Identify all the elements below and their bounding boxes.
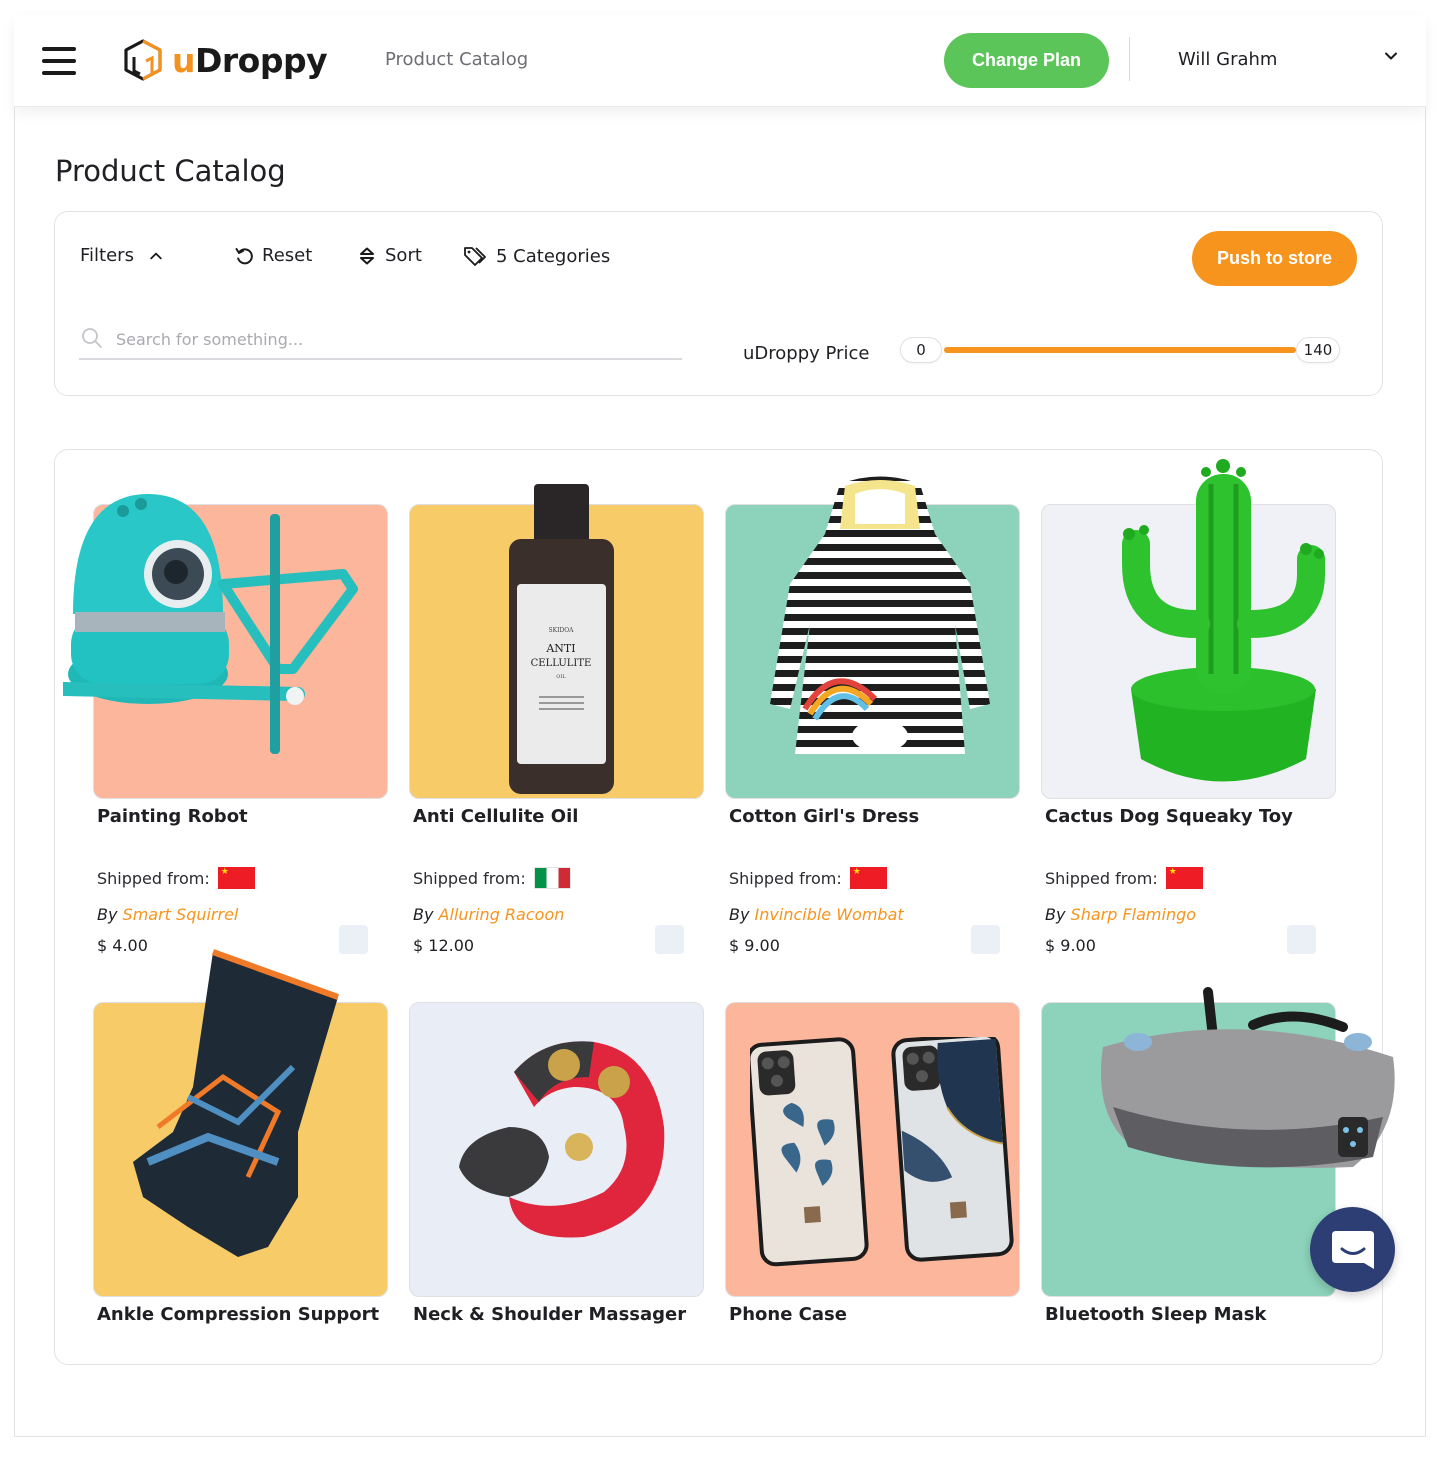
price-range-track[interactable] — [944, 347, 1296, 353]
page-title: Product Catalog — [55, 154, 286, 188]
seller-line: By Sharp Flamingo — [1045, 905, 1196, 924]
price-max-handle[interactable]: 140 — [1296, 337, 1340, 363]
menu-icon[interactable] — [42, 47, 76, 75]
reset-button[interactable]: Reset — [234, 245, 312, 266]
product-price: $ 12.00 — [413, 936, 475, 955]
shipped-from-label: Shipped from: — [97, 868, 210, 888]
logo[interactable]: uDroppy — [120, 35, 328, 85]
select-checkbox[interactable] — [339, 925, 368, 954]
product-price: $ 9.00 — [1045, 936, 1096, 955]
reset-icon — [235, 247, 253, 264]
price-filter-label: uDroppy Price — [743, 343, 870, 364]
cactus-toy-image — [1122, 459, 1325, 782]
select-checkbox[interactable] — [655, 925, 684, 954]
reset-label: Reset — [262, 245, 313, 266]
seller-name[interactable]: Invincible Wombat — [755, 905, 904, 924]
select-checkbox[interactable] — [1287, 925, 1316, 954]
logo-text: uDroppy — [172, 40, 328, 80]
search-input[interactable] — [116, 324, 656, 354]
product-price: $ 9.00 — [729, 936, 780, 955]
shipped-from-label: Shipped from: — [1045, 868, 1158, 888]
italy-flag-icon — [533, 867, 571, 889]
sort-button[interactable]: Sort — [357, 245, 422, 266]
top-bar: uDroppy Product Catalog Change Plan Will… — [14, 15, 1426, 107]
by-label: By — [729, 905, 750, 924]
change-plan-button[interactable]: Change Plan — [944, 33, 1109, 88]
categories-button[interactable]: 5 Categories — [462, 245, 610, 267]
product-name[interactable]: Cotton Girl's Dress — [729, 806, 919, 827]
header-divider — [1129, 37, 1130, 81]
filters-toggle[interactable]: Filters — [80, 245, 164, 266]
sort-icon — [360, 247, 374, 264]
search-field — [79, 324, 682, 360]
seller-line: By Alluring Racoon — [413, 905, 564, 924]
product-name[interactable]: Painting Robot — [97, 806, 248, 827]
by-label: By — [413, 905, 434, 924]
product-name[interactable]: Bluetooth Sleep Mask — [1045, 1304, 1266, 1325]
search-icon — [82, 328, 102, 348]
filter-panel: Filters Reset Sort 5 Categories Push to … — [54, 211, 1383, 396]
seller-name[interactable]: Alluring Racoon — [439, 905, 565, 924]
price-min-handle[interactable]: 0 — [900, 337, 942, 363]
painting-robot-image — [63, 494, 358, 754]
china-flag-icon: ★ — [217, 867, 255, 889]
product-name[interactable]: Neck & Shoulder Massager — [413, 1304, 686, 1325]
sort-label: Sort — [385, 245, 422, 266]
push-to-store-button[interactable]: Push to store — [1192, 231, 1357, 286]
shipped-from: Shipped from: ★ — [729, 867, 887, 889]
svg-text:ANTI: ANTI — [545, 642, 575, 655]
logo-cube-icon — [124, 39, 162, 81]
phone-cases-image — [750, 1037, 1014, 1267]
chevron-down-icon[interactable] — [1383, 48, 1399, 64]
shipped-from-label: Shipped from: — [413, 868, 526, 888]
select-checkbox[interactable] — [971, 925, 1000, 954]
product-name[interactable]: Cactus Dog Squeaky Toy — [1045, 806, 1293, 827]
by-label: By — [1045, 905, 1066, 924]
seller-line: By Smart Squirrel — [97, 905, 238, 924]
chat-launcher-button[interactable] — [1310, 1207, 1395, 1292]
shipped-from: Shipped from: ★ — [97, 867, 255, 889]
svg-text:SKIDOA: SKIDOA — [548, 627, 574, 634]
seller-name[interactable]: Smart Squirrel — [123, 905, 239, 924]
neck-massager-image — [459, 1041, 665, 1238]
by-label: By — [97, 905, 118, 924]
oil-bottle-image: SKIDOA ANTI CELLULITE OIL — [509, 484, 614, 794]
china-flag-icon: ★ — [849, 867, 887, 889]
chat-icon — [1332, 1231, 1374, 1269]
chevron-up-icon — [150, 252, 162, 259]
product-name[interactable]: Anti Cellulite Oil — [413, 806, 578, 827]
sleep-mask-image — [1101, 987, 1395, 1168]
seller-line: By Invincible Wombat — [729, 905, 904, 924]
striped-dress-image — [770, 476, 990, 754]
product-name[interactable]: Phone Case — [729, 1304, 847, 1325]
filters-label: Filters — [80, 245, 134, 266]
shipped-from-label: Shipped from: — [729, 868, 842, 888]
ankle-sleeve-image — [133, 949, 340, 1257]
product-name[interactable]: Ankle Compression Support — [97, 1304, 379, 1325]
breadcrumb[interactable]: Product Catalog — [385, 49, 528, 70]
shipped-from: Shipped from: ★ — [1045, 867, 1203, 889]
svg-text:CELLULITE: CELLULITE — [531, 658, 592, 669]
tag-icon — [464, 247, 486, 266]
china-flag-icon: ★ — [1165, 867, 1203, 889]
categories-label: 5 Categories — [496, 245, 611, 267]
seller-name[interactable]: Sharp Flamingo — [1071, 905, 1197, 924]
shipped-from: Shipped from: — [413, 867, 571, 889]
user-name[interactable]: Will Grahm — [1178, 49, 1277, 70]
svg-text:OIL: OIL — [556, 674, 566, 680]
price-range-slider[interactable]: 0 140 — [900, 337, 1340, 363]
